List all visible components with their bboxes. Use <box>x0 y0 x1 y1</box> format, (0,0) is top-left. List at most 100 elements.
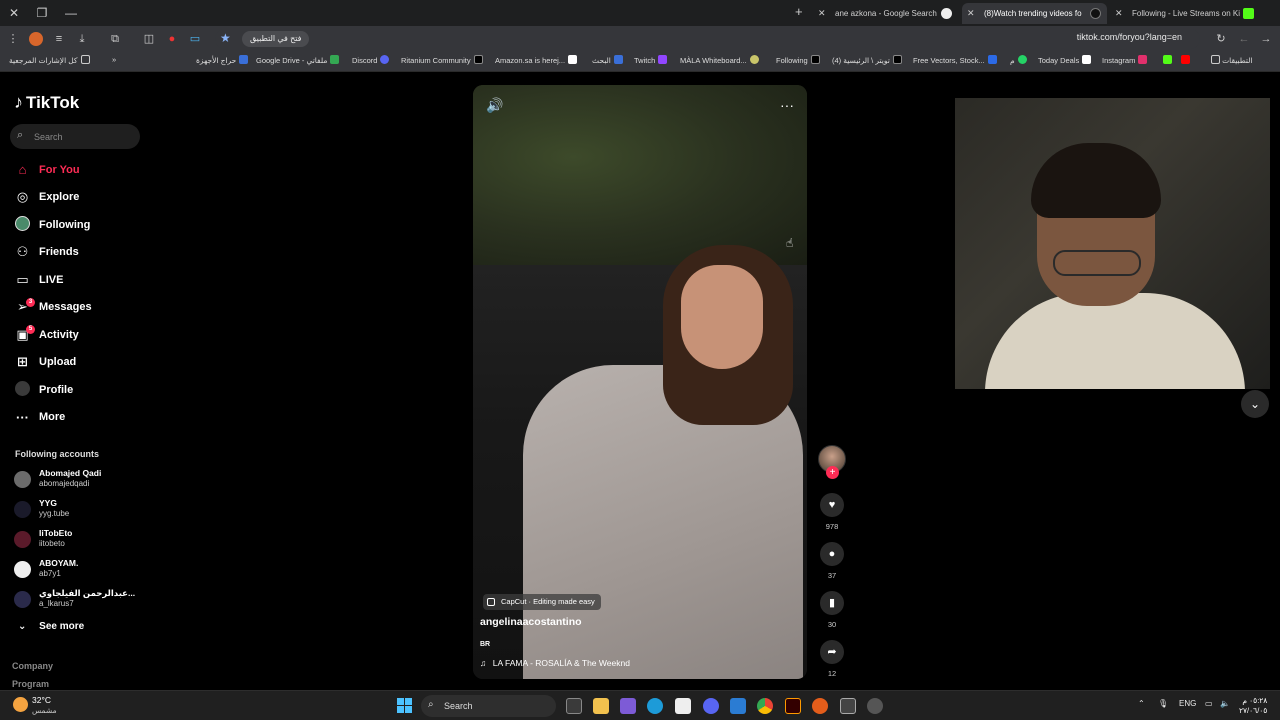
more-options-icon[interactable]: ··· <box>780 97 794 113</box>
more-bookmarks-icon[interactable]: » <box>112 55 116 64</box>
tab-kick[interactable]: ✕ Following - Live Streams on Ki <box>1110 3 1260 24</box>
volume-icon[interactable]: 🔊 <box>486 97 503 114</box>
nav-profile[interactable]: Profile <box>14 376 144 404</box>
windows-start-icon[interactable] <box>397 698 412 713</box>
tiktok-logo[interactable]: ♪ TikTok <box>14 92 79 113</box>
nav-friends[interactable]: ⚇ Friends <box>14 239 144 267</box>
account-item[interactable]: ABOYAM. ab7y1 <box>14 556 144 586</box>
illustrator-icon[interactable] <box>785 698 801 714</box>
minimize-window-icon[interactable]: — <box>62 4 80 22</box>
bookmark-harag[interactable]: حراج الأجهزة <box>196 55 249 65</box>
cast-icon[interactable]: ▭ <box>188 32 202 46</box>
address-bar[interactable]: ★ فتح في التطبيق tiktok.com/foryou?lang=… <box>215 29 1200 49</box>
bookmark-amazon[interactable]: Amazon.sa is herej... <box>495 55 578 65</box>
profile-avatar-icon[interactable] <box>29 32 43 46</box>
follow-plus-icon[interactable]: + <box>826 466 839 479</box>
calculator-icon[interactable] <box>840 698 856 714</box>
extensions-puzzle-icon[interactable]: ◫ <box>142 32 156 46</box>
nav-live[interactable]: ▭ LIVE <box>14 266 144 294</box>
bookmark-twitch[interactable]: Twitch <box>634 55 668 65</box>
task-view-icon[interactable] <box>566 698 582 714</box>
save-button[interactable]: ▮ 30 <box>820 591 844 629</box>
bookmark-apps[interactable]: التطبيقات <box>1208 55 1253 65</box>
forward-icon[interactable]: ← <box>1237 32 1251 46</box>
account-item[interactable]: YYG yyg.tube <box>14 496 144 526</box>
youtube-bookmark-icon[interactable] <box>1178 55 1190 65</box>
share-button[interactable]: ➦ 12 <box>820 640 844 678</box>
account-item[interactable]: عبدالرحمن الفيلجاوي... a_lkarus7 <box>14 586 144 616</box>
discord-taskbar-icon[interactable] <box>703 698 719 714</box>
bookmark-twitter-home[interactable]: (4) تويتر \ الرئيسية <box>832 55 902 65</box>
nav-explore[interactable]: ◎ Explore <box>14 184 144 212</box>
tab-close-icon[interactable]: ✕ <box>818 3 826 24</box>
video-music[interactable]: ♫ LA FAMA - ROSALÍA & The Weeknd <box>480 658 630 668</box>
edge-icon[interactable] <box>647 698 663 714</box>
restore-window-icon[interactable]: ❐ <box>33 4 51 22</box>
taskbar-search[interactable]: ⌕ Search <box>421 695 556 717</box>
download-icon[interactable]: ⤓ <box>75 32 89 46</box>
bookmark-ritanium[interactable]: Ritanium Community <box>401 55 483 65</box>
close-window-icon[interactable]: ✕ <box>5 4 23 22</box>
video-player[interactable]: 🔊 ··· CapCut · Editing made easy angelin… <box>473 85 807 679</box>
volume-icon[interactable]: 🔈 <box>1220 699 1230 708</box>
comment-button[interactable]: ● 37 <box>820 542 844 580</box>
bookmark-discord[interactable]: Discord <box>352 55 390 65</box>
network-icon[interactable]: ▭ <box>1205 699 1213 708</box>
copilot-icon[interactable] <box>620 698 636 714</box>
microphone-icon[interactable]: 🎙 <box>1158 699 1168 708</box>
search-box[interactable]: ⌕ <box>10 124 140 149</box>
video-author[interactable]: angelinaacostantino <box>480 616 582 628</box>
like-button[interactable]: ♥ 978 <box>820 493 844 531</box>
system-clock[interactable]: ٠٥:٢٨ م ٢٧/٠٦/٠٥ <box>1239 696 1267 716</box>
store-icon[interactable] <box>675 698 691 714</box>
mail-icon[interactable] <box>730 698 746 714</box>
nav-activity[interactable]: ▣ 5 Activity <box>14 321 144 349</box>
nav-following[interactable]: Following <box>14 211 144 239</box>
bookmark-instagram[interactable]: Instagram <box>1102 55 1148 65</box>
account-item[interactable]: IiTobEto iitobeto <box>14 526 144 556</box>
bookmark-following[interactable]: Following <box>776 55 820 65</box>
avatar <box>14 531 31 548</box>
footer-company-link[interactable]: Company <box>12 661 53 671</box>
nav-upload[interactable]: ⊞ Upload <box>14 349 144 377</box>
language-indicator[interactable]: ENG <box>1179 699 1196 708</box>
tab-tiktok[interactable]: ✕ (8)Watch trending videos fo <box>962 3 1107 24</box>
url-text[interactable]: tiktok.com/foryou?lang=en <box>1077 32 1182 42</box>
bookmark-today-deals[interactable]: Today Deals <box>1038 55 1092 65</box>
footer-program-link[interactable]: Program <box>12 679 49 689</box>
search-input[interactable] <box>34 128 134 145</box>
weather-temp[interactable]: 32°C <box>32 695 51 705</box>
menu-dots-icon[interactable]: ⋮ <box>6 32 20 46</box>
bookmark-google-drive[interactable]: Google Drive - ملفاتي <box>256 55 340 65</box>
see-more-button[interactable]: ⌄ See more <box>18 621 84 632</box>
extension-icon[interactable]: ≡ <box>52 32 66 46</box>
open-in-app-button[interactable]: فتح في التطبيق <box>242 31 310 47</box>
bookmark-star-icon[interactable]: ★ <box>220 31 231 45</box>
chrome-icon[interactable] <box>757 698 773 714</box>
file-explorer-icon[interactable] <box>593 698 609 714</box>
nav-for-you[interactable]: ⌂ For You <box>14 156 144 184</box>
bookmark-all[interactable]: كل الإشارات المرجعية <box>9 55 90 65</box>
new-tab-icon[interactable]: + <box>795 4 803 19</box>
back-icon[interactable]: → <box>1259 32 1273 46</box>
kick-bookmark-icon[interactable] <box>1160 55 1172 65</box>
blender-icon[interactable] <box>812 698 828 714</box>
bookmark-whatsapp[interactable]: م <box>1010 55 1027 65</box>
bookmark-search[interactable]: البحث <box>592 55 623 65</box>
capcut-tag[interactable]: CapCut · Editing made easy <box>483 594 601 610</box>
reload-icon[interactable]: ↻ <box>1214 32 1228 46</box>
tab-close-icon[interactable]: ✕ <box>1115 3 1123 24</box>
next-video-button[interactable]: ⌄ <box>1241 390 1269 418</box>
tray-chevron-icon[interactable]: ⌃ <box>1138 699 1145 708</box>
tab-close-icon[interactable]: ✕ <box>967 3 975 24</box>
account-item[interactable]: Abomajed Qadi abomajedqadi <box>14 466 144 496</box>
app-icon[interactable] <box>867 698 883 714</box>
bookmark-mala[interactable]: MÀLA Whiteboard... <box>680 55 759 65</box>
screenshot-icon[interactable]: ⧉ <box>108 32 122 46</box>
nav-messages[interactable]: ➢ 3 Messages <box>14 294 144 322</box>
weather-sun-icon[interactable] <box>13 697 28 712</box>
adblock-icon[interactable]: ● <box>165 32 179 46</box>
nav-more[interactable]: ··· More <box>14 404 144 432</box>
bookmark-free-vectors[interactable]: Free Vectors, Stock... <box>913 55 997 65</box>
tab-google-search[interactable]: ✕ ane azkona - Google Search <box>813 3 958 24</box>
